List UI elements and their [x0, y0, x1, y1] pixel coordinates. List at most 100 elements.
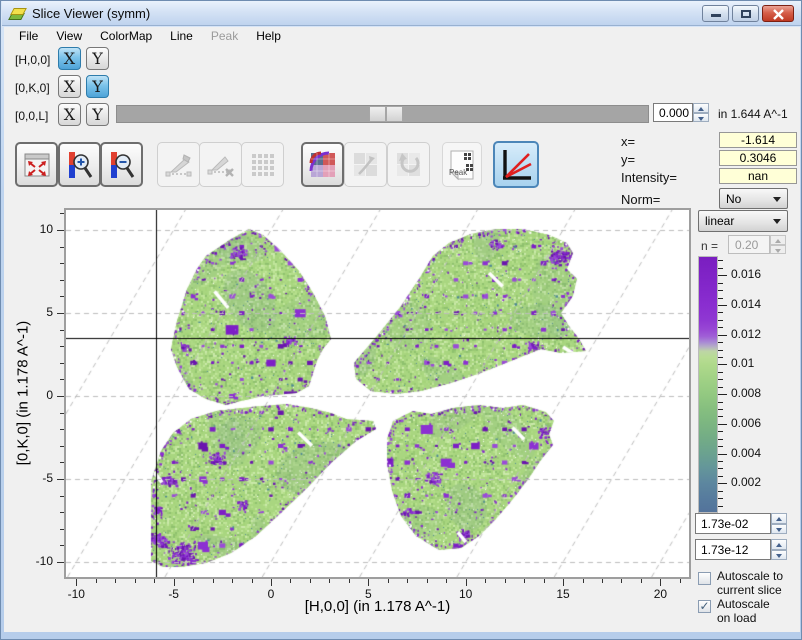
y-axis-tick: [60, 446, 64, 447]
dim-0k0-x-button[interactable]: X: [58, 75, 81, 98]
slice-units-label: in 1.644 A^-1: [718, 107, 788, 121]
x-axis-tick: [446, 579, 447, 583]
y-axis-tick: [57, 562, 64, 563]
readout-x-value: -1.614: [719, 132, 797, 148]
rebin-apply-button: [344, 142, 387, 187]
rebin-refresh-button: [387, 142, 430, 187]
colorbar-minor-tick: [718, 506, 723, 507]
colorbar-tick-label: 0.004: [731, 446, 761, 460]
colorbar-tick-label: 0.002: [731, 475, 761, 489]
slice-plot-canvas[interactable]: [66, 210, 689, 577]
readout-intensity-label: Intensity=: [621, 170, 677, 185]
dim-00l-y-button[interactable]: Y: [86, 103, 109, 126]
menu-colormap[interactable]: ColorMap: [91, 27, 161, 46]
slice-point-spin-arrows[interactable]: [693, 103, 709, 122]
dropdown-arrow-icon: [773, 219, 781, 224]
colorbar-minor-tick: [718, 416, 723, 417]
x-axis-tick: [641, 579, 642, 583]
colorbar-minor-tick: [718, 320, 723, 321]
spin-up-icon[interactable]: [693, 103, 709, 113]
colorbar-zoom-out-icon: [107, 150, 137, 180]
y-axis-tick: [60, 512, 64, 513]
autoscale-load-checkbox[interactable]: ✓: [698, 600, 711, 613]
menu-view[interactable]: View: [47, 27, 91, 46]
scale-type-dropdown[interactable]: linear: [698, 210, 788, 232]
colorbar[interactable]: [698, 256, 718, 513]
spin-down-icon[interactable]: [693, 113, 709, 123]
dim-h00-y-button[interactable]: Y: [86, 47, 109, 70]
spin-down-icon[interactable]: [771, 550, 787, 561]
x-axis-tick: [349, 579, 350, 583]
colorscale-max-spin-arrows[interactable]: [771, 513, 787, 534]
spin-up-icon: [770, 235, 786, 245]
dim-00l-x-button[interactable]: X: [58, 103, 81, 126]
readout-x-label: x=: [621, 134, 635, 149]
x-axis-tick: [621, 579, 622, 583]
minimize-icon: [711, 14, 721, 17]
y-axis-tick: [60, 247, 64, 248]
slice-point-spinbox[interactable]: 0.000: [653, 103, 693, 122]
close-button[interactable]: [762, 5, 794, 22]
dim-0k0-label: [0,K,0]: [15, 81, 57, 95]
colorbar-minor-tick: [718, 402, 723, 403]
nonorthogonal-view-button[interactable]: [493, 141, 539, 188]
x-axis-tick: [271, 579, 272, 586]
dim-0k0-y-button[interactable]: Y: [86, 75, 109, 98]
colorbar-minor-tick: [718, 468, 723, 469]
spin-down-icon[interactable]: [771, 524, 787, 535]
dim-h00-label: [H,0,0]: [15, 53, 57, 67]
titlebar[interactable]: Slice Viewer (symm): [2, 1, 802, 26]
app-icon: [9, 5, 27, 22]
colorbar-minor-tick: [718, 290, 723, 291]
y-axis-tick: [60, 363, 64, 364]
y-axis-tick: [60, 545, 64, 546]
autoscale-slice-label: Autoscale tocurrent slice: [717, 569, 783, 597]
y-axis-tick: [57, 313, 64, 314]
y-axis-tick: [60, 330, 64, 331]
y-axis-tick: [60, 496, 64, 497]
slider-handle[interactable]: [369, 106, 403, 122]
colorscale-min-spin-arrows[interactable]: [771, 539, 787, 560]
colorbar-minor-tick: [718, 342, 723, 343]
x-axis-tick: [368, 579, 369, 586]
colorbar-tick-label: 0.008: [731, 386, 761, 400]
dim-h00-x-button[interactable]: X: [58, 47, 81, 70]
minimize-button[interactable]: [702, 5, 729, 22]
spin-up-icon[interactable]: [771, 539, 787, 550]
y-axis-tick: [60, 346, 64, 347]
reset-zoom-button[interactable]: [15, 142, 58, 187]
spin-down-icon: [770, 245, 786, 255]
grid-icon: [249, 151, 277, 179]
line-mode-button: [157, 142, 200, 187]
colorscale-max-spinbox[interactable]: 1.73e-02: [695, 513, 771, 534]
colorbar-minor-tick: [718, 327, 723, 328]
menu-line[interactable]: Line: [161, 27, 202, 46]
x-axis-tick: [524, 579, 525, 583]
peaks-overlay-button[interactable]: Peak: [442, 142, 482, 187]
colorbar-major-tick: [718, 335, 727, 336]
menu-file[interactable]: File: [10, 27, 47, 46]
plot-area[interactable]: [64, 208, 691, 579]
menu-help[interactable]: Help: [247, 27, 290, 46]
maximize-button[interactable]: [732, 5, 759, 22]
colorbar-minor-tick: [718, 446, 723, 447]
colorbar-minor-tick: [718, 431, 723, 432]
x-axis-tick: [232, 579, 233, 583]
zoom-in-button[interactable]: [58, 142, 101, 187]
colorbar-minor-tick: [718, 491, 723, 492]
x-axis-tick: [96, 579, 97, 583]
colorbar-zoom-in-icon: [65, 150, 95, 180]
autoscale-slice-checkbox[interactable]: [698, 572, 711, 585]
power-n-spin-arrows: [770, 235, 786, 254]
scale-type-value: linear: [705, 214, 734, 228]
rebin-mode-button[interactable]: [301, 142, 344, 187]
norm-dropdown[interactable]: No: [719, 188, 788, 209]
y-axis-tick: [60, 462, 64, 463]
colorscale-min-spinbox[interactable]: 1.73e-12: [695, 539, 771, 560]
reset-zoom-icon: [22, 151, 52, 179]
zoom-out-button[interactable]: [100, 142, 143, 187]
y-axis-tick-label: -5: [15, 471, 53, 485]
norm-dropdown-value: No: [726, 192, 741, 206]
x-axis-tick: [602, 579, 603, 583]
spin-up-icon[interactable]: [771, 513, 787, 524]
